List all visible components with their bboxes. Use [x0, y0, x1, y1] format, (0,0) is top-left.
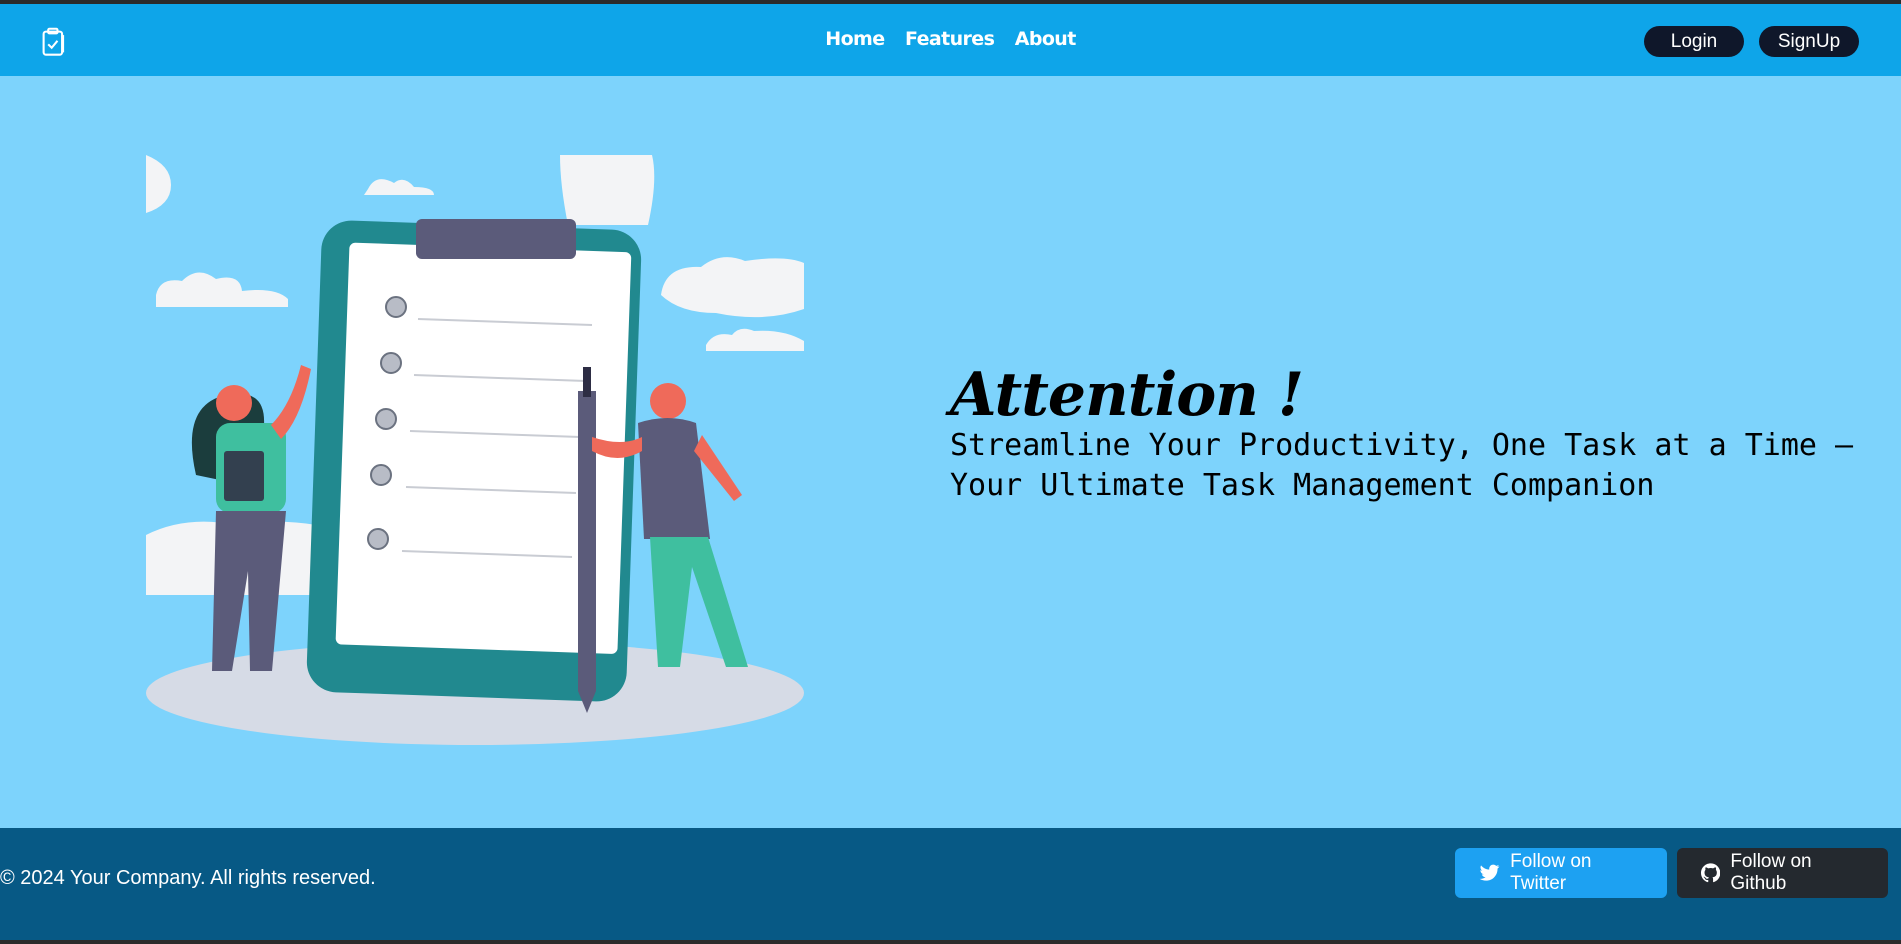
follow-twitter-button[interactable]: Follow on Twitter: [1455, 848, 1667, 898]
signup-button[interactable]: SignUp: [1759, 26, 1859, 57]
login-button[interactable]: Login: [1644, 26, 1744, 57]
twitter-icon: [1479, 864, 1500, 881]
task-checklist-illustration: [146, 155, 804, 745]
follow-github-button[interactable]: Follow on Github: [1677, 848, 1888, 898]
hero-tagline: Streamline Your Productivity, One Task a…: [950, 428, 1854, 503]
copyright-text: © 2024 Your Company. All rights reserved…: [0, 867, 376, 889]
github-button-label: Follow on Github: [1730, 851, 1812, 894]
nav-about-link[interactable]: About: [1015, 28, 1077, 50]
page-footer: © 2024 Your Company. All rights reserved…: [0, 828, 1901, 944]
github-icon: [1701, 863, 1721, 883]
top-navbar: Home Features About Login SignUp: [0, 4, 1901, 76]
hero-headline: Attention !: [950, 360, 1304, 430]
nav-home-link[interactable]: Home: [825, 28, 885, 50]
nav-features-link[interactable]: Features: [905, 28, 995, 50]
hero-section: Attention ! Streamline Your Productivity…: [0, 76, 1901, 828]
twitter-button-label: Follow on Twitter: [1510, 851, 1592, 894]
main-nav: Home Features About: [0, 28, 1901, 50]
window-bottom-border: [0, 940, 1901, 944]
